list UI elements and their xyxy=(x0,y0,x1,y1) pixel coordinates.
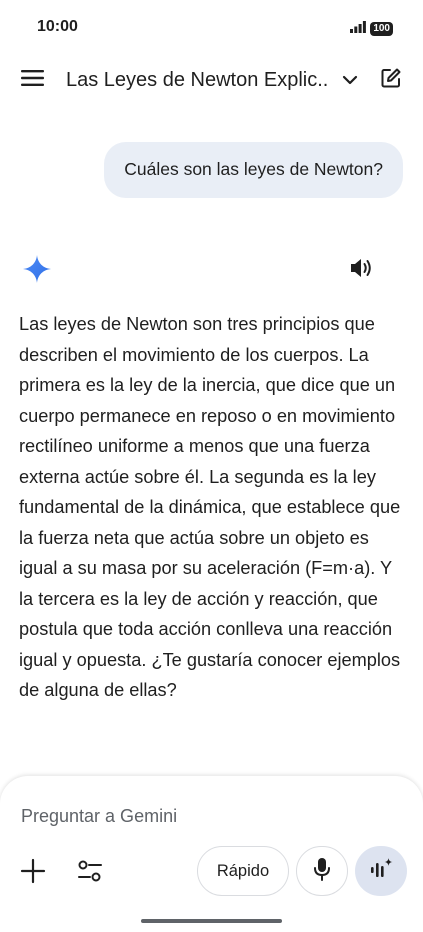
microphone-button[interactable] xyxy=(296,846,348,896)
speaker-icon xyxy=(349,259,375,283)
battery-indicator: 100 xyxy=(370,22,393,36)
add-attachment-button[interactable] xyxy=(20,858,46,884)
live-button[interactable] xyxy=(355,846,407,896)
read-aloud-button[interactable] xyxy=(349,257,375,281)
menu-button[interactable] xyxy=(20,68,46,92)
live-waveform-icon xyxy=(369,857,393,886)
model-mode-button[interactable]: Rápido xyxy=(197,846,289,896)
microphone-icon xyxy=(313,857,331,886)
chevron-down-icon xyxy=(340,70,360,90)
gemini-sparkle-icon xyxy=(22,254,52,284)
plus-icon xyxy=(20,858,46,888)
tools-button[interactable] xyxy=(77,859,103,883)
new-chat-edit-icon xyxy=(380,67,402,94)
status-time: 10:00 xyxy=(37,18,78,35)
status-indicators: 100 xyxy=(350,20,393,38)
prompt-input[interactable] xyxy=(21,802,381,830)
new-chat-button[interactable] xyxy=(379,68,403,92)
tools-sliders-icon xyxy=(77,860,103,887)
home-indicator[interactable] xyxy=(141,919,282,923)
conversation-title-dropdown[interactable]: Las Leyes de Newton Explic... xyxy=(66,66,360,94)
gemini-response-text: Las leyes de Newton son tres principios … xyxy=(19,314,401,700)
prompt-composer: Rápido xyxy=(0,776,423,932)
signal-bars-icon xyxy=(350,20,367,38)
menu-icon xyxy=(21,69,45,92)
conversation-title: Las Leyes de Newton Explic... xyxy=(66,68,328,91)
user-message-bubble[interactable]: Cuáles son las leyes de Newton? xyxy=(104,142,403,198)
app-header: Las Leyes de Newton Explic... xyxy=(0,56,423,104)
status-bar: 10:00 100 xyxy=(0,0,423,56)
